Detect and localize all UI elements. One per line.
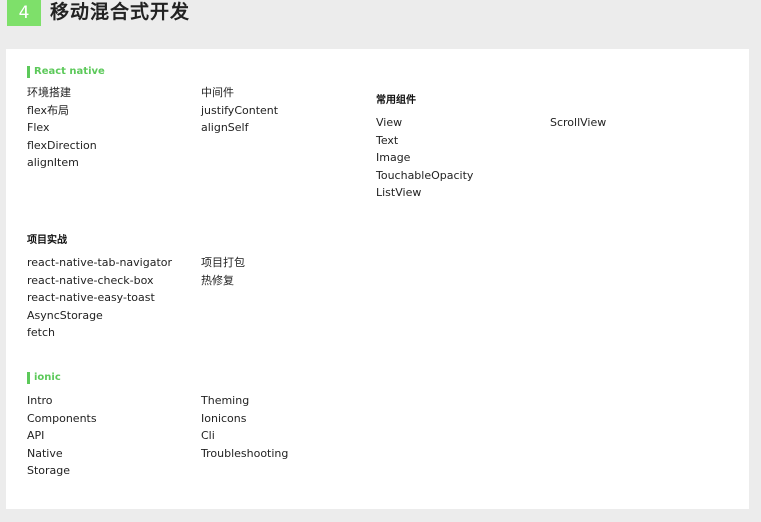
component-item: TouchableOpacity: [376, 168, 474, 182]
common-components-heading: 常用组件: [376, 95, 416, 106]
component-item: ListView: [376, 186, 422, 199]
react-native-topic: justifyContent: [201, 103, 279, 117]
ionic-topic: Troubleshooting: [201, 446, 289, 460]
ionic-topic: Components: [27, 411, 97, 425]
project-topic: react-native-check-box: [27, 273, 154, 287]
ionic-topic: Intro: [27, 394, 53, 407]
project-topic: react-native-easy-toast: [27, 291, 155, 304]
page-title: 移动混合式开发: [50, 1, 191, 23]
component-item: Text: [376, 133, 399, 147]
project-topic: fetch: [27, 326, 55, 339]
common-components-column-2: ScrollView: [550, 114, 606, 132]
ionic-column-2: Theming Ionicons Cli Troubleshooting: [201, 392, 288, 462]
component-item: Image: [376, 151, 411, 164]
ionic-column-1: Intro Components API Native Storage: [27, 392, 97, 480]
common-components-column-1: View Text Image TouchableOpacity ListView: [376, 114, 473, 202]
project-practice-column-1: react-native-tab-navigator react-native-c…: [27, 254, 172, 342]
ionic-topic: Cli: [201, 429, 215, 442]
project-topic: 项目打包: [201, 256, 245, 269]
slide-header: 4 移动混合式开发: [0, 0, 761, 40]
project-topic: AsyncStorage: [27, 308, 103, 322]
project-practice-column-2: 项目打包 热修复: [201, 254, 245, 289]
react-native-topic: 环境搭建: [27, 86, 71, 99]
component-item: View: [376, 116, 403, 129]
ionic-topic: Ionicons: [201, 411, 247, 425]
component-item: ScrollView: [550, 116, 607, 129]
ionic-section-label: ionic: [27, 372, 61, 384]
ionic-topic: Theming: [201, 394, 250, 407]
project-topic: react-native-tab-navigator: [27, 256, 173, 269]
react-native-column-2: 中间件 justifyContent alignSelf: [201, 84, 278, 137]
react-native-column-1: 环境搭建 flex布局 Flex flexDirection alignItem: [27, 84, 97, 172]
react-native-topic: Flex: [27, 121, 50, 134]
react-native-topic: alignItem: [27, 156, 79, 169]
react-native-topic: 中间件: [201, 86, 234, 99]
react-native-topic: flexDirection: [27, 138, 97, 152]
react-native-topic: alignSelf: [201, 121, 249, 134]
project-practice-heading: 项目实战: [27, 235, 67, 246]
section-number-badge: 4: [7, 0, 41, 26]
react-native-section-label: React native: [27, 66, 105, 78]
react-native-topic: flex布局: [27, 103, 70, 117]
content-panel: React native 环境搭建 flex布局 Flex flexDirection…: [6, 49, 749, 509]
ionic-topic: Storage: [27, 464, 71, 477]
ionic-topic: Native: [27, 446, 63, 460]
ionic-topic: API: [27, 429, 45, 442]
project-topic: 热修复: [201, 273, 234, 287]
